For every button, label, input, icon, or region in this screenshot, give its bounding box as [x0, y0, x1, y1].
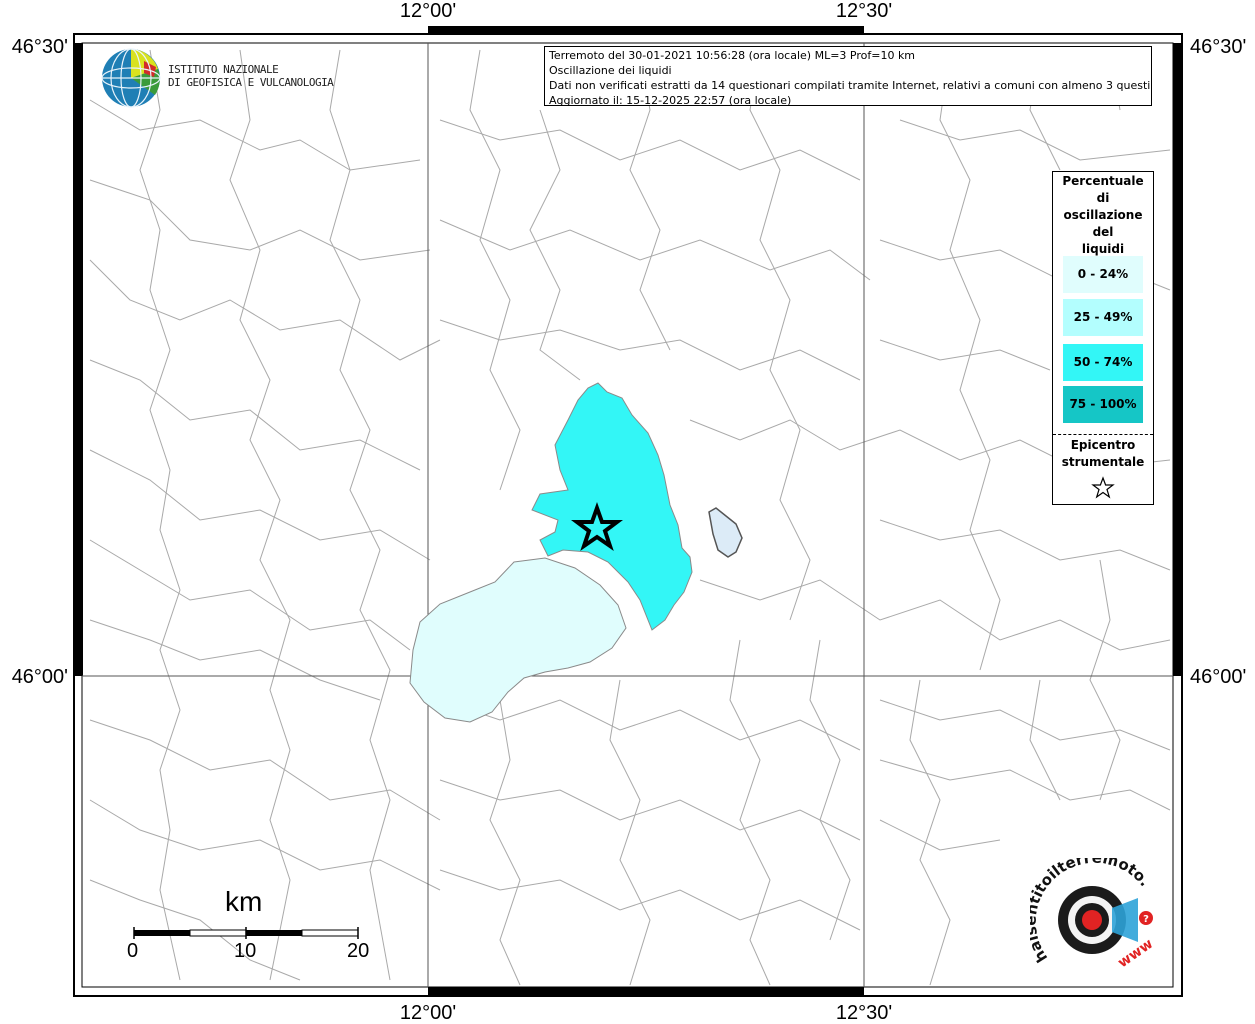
frame-bar-left [74, 43, 83, 676]
legend-item-0-24: 0 - 24% [1063, 256, 1143, 293]
haisentito-logo: haisentitoilterremoto.it ? www [1030, 858, 1156, 971]
event-info-line-2: Oscillazione dei liquidi [549, 64, 672, 77]
lat-label-left-bottom: 46°00' [12, 666, 68, 688]
lat-label-right-top: 46°30' [1190, 36, 1246, 58]
frame-bar-bottom [428, 987, 864, 996]
frame-bar-top [428, 26, 864, 35]
legend-item-25-49: 25 - 49% [1063, 299, 1143, 336]
svg-text:?: ? [1143, 914, 1149, 925]
scale-tick-20: 20 [347, 940, 370, 962]
scale-tick-10: 10 [234, 940, 257, 962]
logo-www-text: www [1115, 936, 1156, 971]
institution-line-2: DI GEOFISICA E VULCANOLOGIA [168, 76, 334, 89]
event-info-line-1: Terremoto del 30-01-2021 10:56:28 (ora l… [549, 49, 916, 62]
scale-tick-0: 0 [127, 940, 139, 962]
legend-epicentre-label: Epicentro strumentale [1053, 437, 1153, 471]
lon-label-top-left: 12°00' [400, 0, 456, 22]
lon-label-top-right: 12°30' [836, 0, 892, 22]
legend-item-75-100: 75 - 100% [1063, 386, 1143, 423]
institution-name: ISTITUTO NAZIONALE DI GEOFISICA E VULCAN… [168, 63, 334, 89]
ingv-globe-icon [101, 48, 161, 108]
lon-label-bottom-left: 12°00' [400, 1002, 456, 1024]
legend-box: Percentuale di oscillazione del liquidi … [1052, 171, 1154, 505]
frame-bar-right [1173, 43, 1182, 676]
legend-title-line-1: Percentuale [1062, 174, 1144, 188]
legend-star-icon [1091, 476, 1115, 499]
legend-epicentre-line-1: Epicentro [1070, 438, 1136, 452]
legend-epicentre-line-2: strumentale [1061, 455, 1145, 469]
lat-label-right-bottom: 46°00' [1190, 666, 1246, 688]
legend-title-line-4: del [1092, 225, 1114, 239]
legend-separator [1053, 434, 1153, 435]
event-info-line-4: Aggiornato il: 15-12-2025 22:57 (ora loc… [549, 94, 792, 106]
legend-item-50-74: 50 - 74% [1063, 344, 1143, 381]
event-info-line-3: Dati non verificati estratti da 14 quest… [549, 79, 1152, 92]
legend-title-line-2: di [1096, 191, 1110, 205]
lat-label-left-top: 46°30' [12, 36, 68, 58]
lon-label-bottom-right: 12°30' [836, 1002, 892, 1024]
event-info-box: Terremoto del 30-01-2021 10:56:28 (ora l… [544, 46, 1152, 106]
legend-title: Percentuale di oscillazione del liquidi [1053, 173, 1153, 258]
institution-line-1: ISTITUTO NAZIONALE [168, 63, 279, 76]
legend-title-line-3: oscillazione [1063, 208, 1143, 222]
